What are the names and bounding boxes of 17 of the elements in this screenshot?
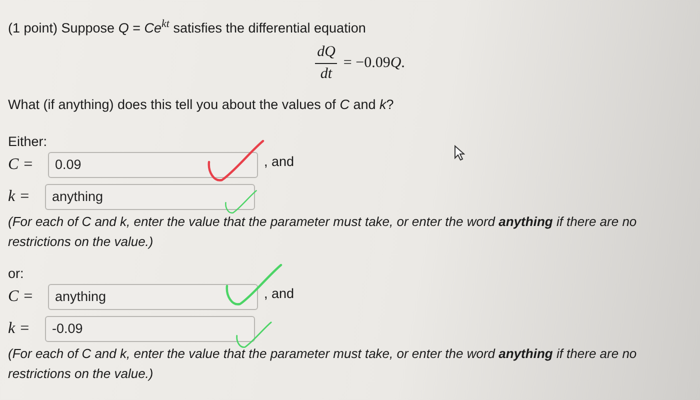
variable-label: C = [8,156,34,174]
question-text: What (if anything) does this tell you about the values of C and k? [8,96,395,112]
answer-field[interactable]: 0.09 [48,152,258,178]
hint-text: (For each of C and k, enter the value that the parameter must take, or enter the word anything if there are no restrictions on the value.) [8,344,638,383]
problem-statement: (1 point) Suppose Q = Ce$^{kt}$ satisfies the differential equation [8,18,367,36]
answer-field[interactable]: anything [48,284,258,310]
variable-label: k = [8,188,31,206]
answer-field[interactable]: anything [45,184,255,210]
hint-text: (For each of C and k, enter the value that the parameter must take, or enter the word anything if there are no restrictions on the value.) [8,212,638,251]
section-label: or: [8,266,25,280]
answer-field[interactable]: -0.09 [45,316,255,342]
and-text: , and [264,286,294,301]
variable-label: k = [8,320,31,338]
section-label: Either: [8,134,48,148]
variable-label: C = [8,288,34,306]
mouse-pointer-icon [454,145,465,161]
and-text: , and [264,154,294,169]
